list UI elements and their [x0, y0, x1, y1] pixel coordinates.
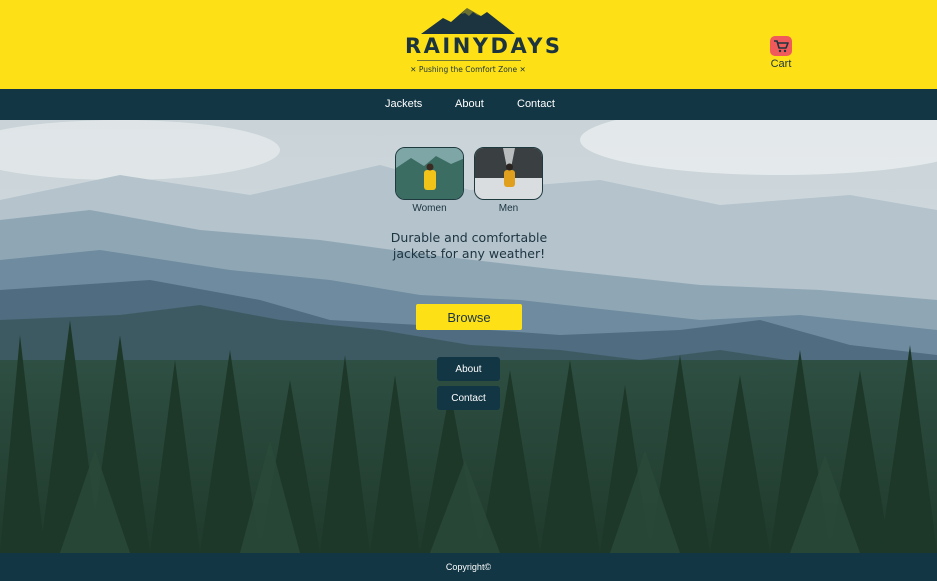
- hero-tagline: Durable and comfortable jackets for any …: [388, 230, 550, 262]
- site-footer: Copyright©: [0, 553, 937, 581]
- category-label-men: Men: [498, 203, 519, 214]
- women-jacket-image: [395, 147, 464, 200]
- site-header: RAINYDAYS ✕ Pushing the Comfort Zone ✕ C…: [0, 0, 937, 89]
- forest-background-image: [0, 120, 937, 553]
- about-button[interactable]: About: [437, 357, 500, 381]
- brand-title: RAINYDAYS: [405, 34, 563, 58]
- hero-tagline-line-1: Durable and comfortable: [390, 230, 548, 245]
- cart-label: Cart: [770, 58, 792, 70]
- logo-divider: [417, 60, 521, 61]
- site-logo[interactable]: RAINYDAYS ✕ Pushing the Comfort Zone ✕: [405, 8, 563, 78]
- category-card-women[interactable]: Women: [395, 147, 464, 214]
- copyright-text: Copyright©: [445, 562, 492, 572]
- cart-icon: [774, 40, 789, 53]
- nav-item-contact[interactable]: Contact: [517, 98, 555, 110]
- browse-button[interactable]: Browse: [416, 304, 522, 330]
- brand-tagline: ✕ Pushing the Comfort Zone ✕: [410, 65, 526, 74]
- hero-section: Women Men Durable and comfortable jacket…: [0, 120, 937, 553]
- cart-icon-badge: [770, 36, 792, 56]
- nav-item-about[interactable]: About: [455, 98, 484, 110]
- nav-item-jackets[interactable]: Jackets: [385, 98, 422, 110]
- men-jacket-image: [474, 147, 543, 200]
- contact-button[interactable]: Contact: [437, 386, 500, 410]
- mountain-icon: [421, 8, 515, 34]
- category-label-women: Women: [412, 203, 447, 214]
- main-nav: Jackets About Contact: [0, 89, 937, 120]
- category-card-men[interactable]: Men: [474, 147, 543, 214]
- hero-tagline-line-2: jackets for any weather!: [392, 246, 546, 261]
- cart-button[interactable]: Cart: [766, 36, 796, 70]
